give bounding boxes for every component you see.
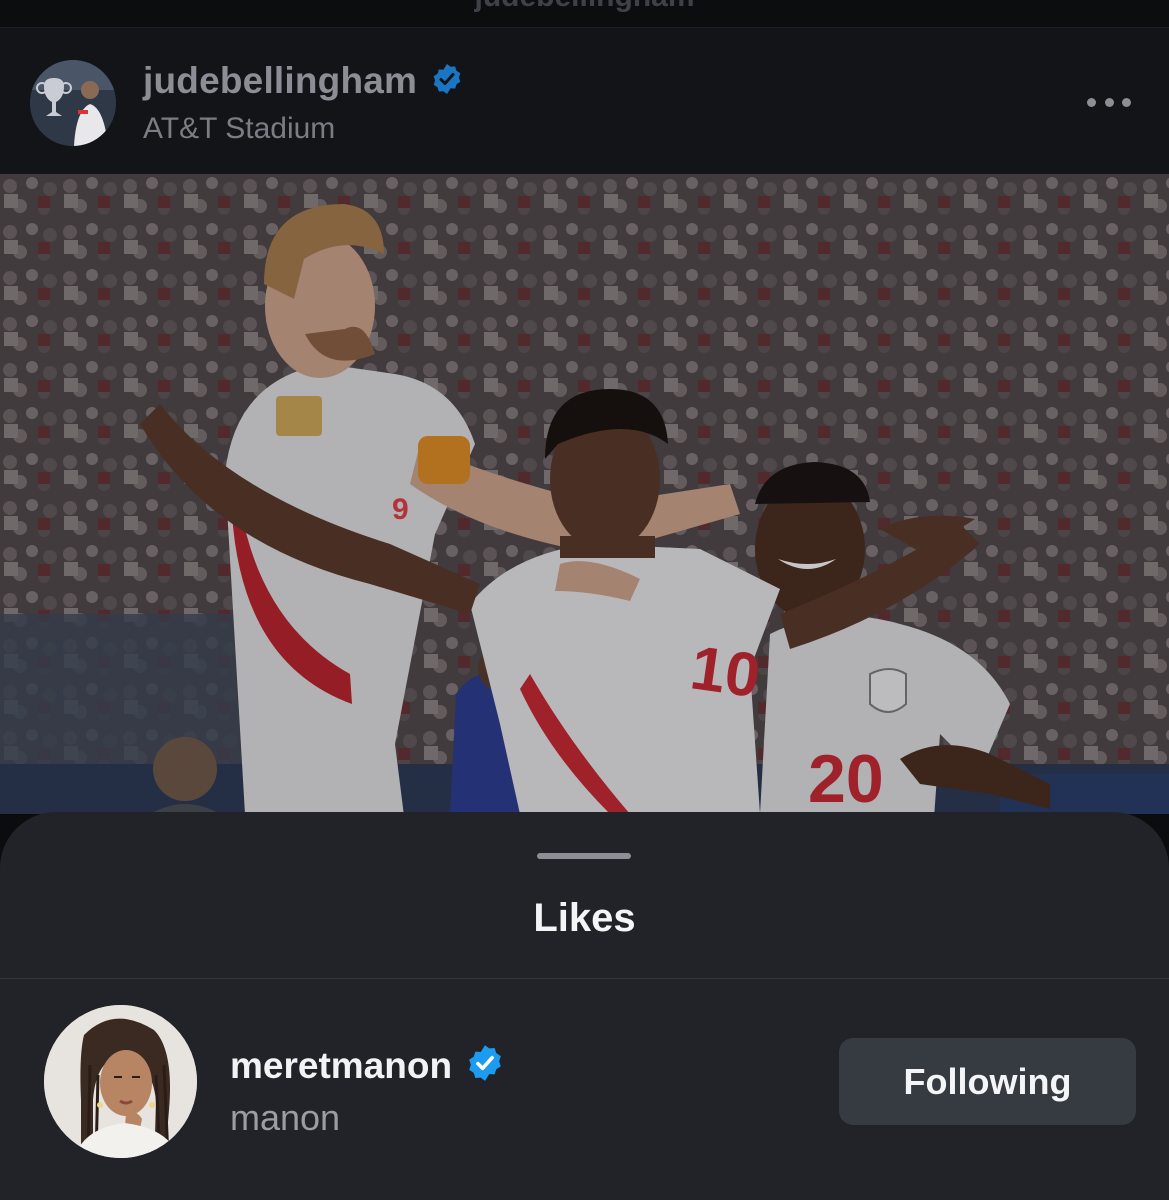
post-header: judebellingham AT&T Stadium [0, 28, 1169, 174]
post-username-row: judebellingham [143, 60, 463, 102]
like-username-row: meretmanon [230, 1044, 504, 1087]
like-user-avatar[interactable] [44, 1005, 197, 1158]
likes-sheet-title: Likes [533, 896, 636, 940]
post-photo[interactable]: 20 10 9 [0, 174, 1169, 814]
top-navigation-bar: judebellingham [0, 0, 1169, 28]
like-user-full-name: manon [230, 1097, 341, 1138]
avatar-image [30, 60, 116, 146]
like-user-username[interactable]: meretmanon [230, 1045, 452, 1087]
instagram-post-screen: judebellingham judebellingham [0, 0, 1169, 1200]
likes-bottom-sheet: Likes meretmanon manon Following [0, 812, 1169, 1200]
more-options-icon[interactable] [1087, 90, 1131, 114]
post-author-avatar[interactable] [30, 60, 116, 146]
post-photo-illustration: 20 10 9 [0, 174, 1169, 814]
top-nav-title: judebellingham [0, 0, 1169, 14]
sheet-divider [0, 978, 1169, 979]
verified-badge-icon [431, 63, 463, 100]
post-location[interactable]: AT&T Stadium [143, 112, 335, 146]
post-author-username[interactable]: judebellingham [143, 60, 417, 102]
like-list-item[interactable]: meretmanon manon Following [0, 1002, 1169, 1162]
avatar-image [44, 1005, 197, 1158]
svg-text:9: 9 [392, 493, 409, 526]
following-button[interactable]: Following [839, 1038, 1136, 1125]
jersey-number-9: 9 [392, 493, 409, 526]
verified-badge-icon [466, 1044, 504, 1087]
sheet-drag-handle[interactable] [537, 853, 631, 859]
